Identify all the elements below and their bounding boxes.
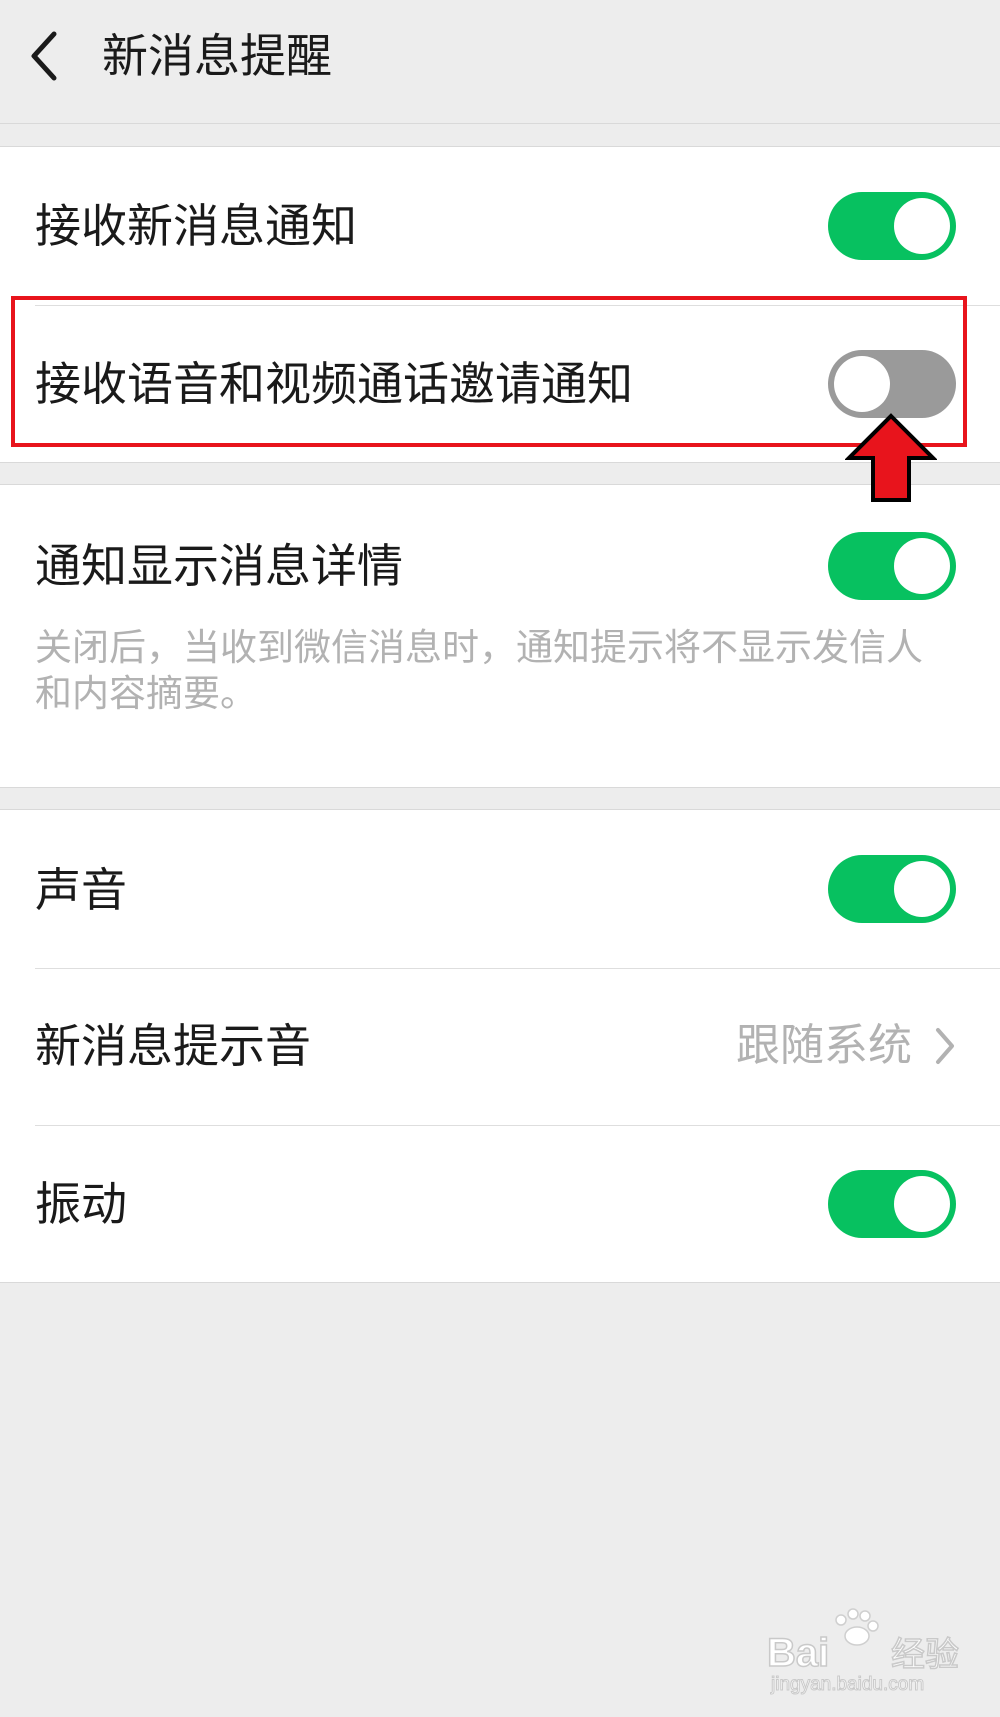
settings-group-sound: 声音 新消息提示音 跟随系统 振动 [0, 809, 1000, 1283]
ringtone-value: 跟随系统 [736, 1020, 912, 1071]
receive-new-message-label: 接收新消息通知 [35, 199, 357, 253]
show-details-toggle[interactable] [828, 532, 956, 600]
chevron-left-icon[interactable] [22, 24, 66, 88]
receive-call-invite-label: 接收语音和视频通话邀请通知 [35, 357, 633, 411]
show-details-description: 关闭后，当收到微信消息时，通知提示将不显示发信人和内容摘要。 [35, 626, 923, 715]
toggle-knob [894, 538, 950, 594]
receive-call-invite-toggle[interactable] [828, 350, 956, 418]
sound-label: 声音 [35, 863, 127, 917]
baidu-jingyan-watermark-logo: Bai 经验 jingyan.baidu.com [766, 1608, 960, 1696]
receive-new-message-toggle[interactable] [828, 192, 956, 260]
ringtone-label: 新消息提示音 [35, 1019, 311, 1073]
header-bar: 新消息提醒 [0, 0, 1000, 124]
toggle-knob [894, 861, 950, 917]
receive-new-message-row: 接收新消息通知 [0, 147, 1000, 305]
toggle-knob [894, 1176, 950, 1232]
vibrate-toggle[interactable] [828, 1170, 956, 1238]
toggle-knob [894, 198, 950, 254]
show-details-row: 通知显示消息详情 关闭后，当收到微信消息时，通知提示将不显示发信人和内容摘要。 [0, 485, 1000, 787]
show-details-label: 通知显示消息详情 [35, 539, 403, 593]
sound-row: 声音 [0, 810, 1000, 968]
sound-toggle[interactable] [828, 855, 956, 923]
vibrate-row: 振动 [0, 1126, 1000, 1282]
red-up-arrow-icon [845, 413, 937, 502]
page-title: 新消息提醒 [102, 29, 332, 83]
ringtone-row[interactable]: 新消息提示音 跟随系统 [0, 969, 1000, 1125]
svg-text:Bai: Bai [767, 1631, 829, 1675]
vibrate-label: 振动 [35, 1177, 127, 1231]
svg-text:jingyan.baidu.com: jingyan.baidu.com [770, 1674, 924, 1695]
chevron-right-icon [936, 1028, 954, 1064]
toggle-knob [834, 356, 890, 412]
svg-text:经验: 经验 [891, 1636, 959, 1674]
settings-group-details: 通知显示消息详情 关闭后，当收到微信消息时，通知提示将不显示发信人和内容摘要。 [0, 484, 1000, 788]
